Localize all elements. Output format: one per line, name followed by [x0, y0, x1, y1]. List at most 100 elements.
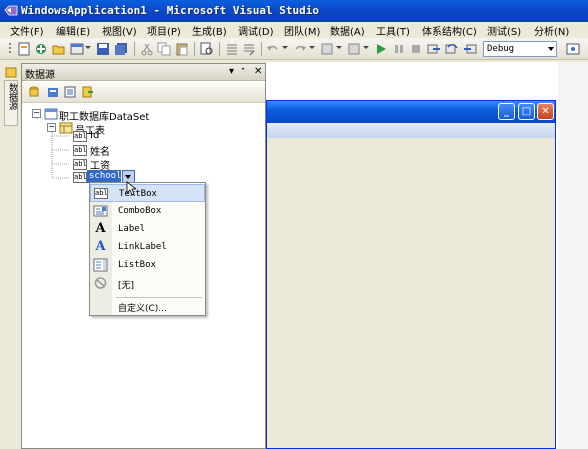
uncomment-icon[interactable]	[242, 42, 256, 56]
menu-analyze[interactable]: 分析(N)	[534, 23, 569, 38]
menu-item-label: Label	[118, 224, 146, 234]
undo-icon[interactable]	[266, 42, 280, 56]
properties-icon[interactable]	[566, 42, 580, 56]
navigate-backward-dropdown-icon[interactable]	[336, 46, 342, 49]
data-sources-tab-icon	[5, 67, 17, 78]
menu-item-label: ListBox	[118, 260, 156, 270]
menu-item-none[interactable]: [无]	[90, 274, 205, 292]
mouse-pointer-icon	[126, 181, 136, 196]
toolbar-separator	[261, 42, 262, 56]
menu-item-customize[interactable]: 自定义(C)...	[90, 297, 205, 315]
title-bar: WindowsApplication1 - Microsoft Visual S…	[0, 0, 588, 22]
menu-file[interactable]: 文件(F)	[10, 23, 44, 38]
menu-build[interactable]: 生成(B)	[192, 23, 227, 38]
panel-menu-button[interactable]: ▾	[229, 66, 234, 78]
form-preview[interactable]: _ □ ✕	[266, 100, 556, 449]
toolbar-separator	[219, 42, 220, 56]
configuration-value: Debug	[487, 44, 515, 54]
listbox-icon	[93, 258, 108, 272]
add-item-icon[interactable]	[34, 42, 48, 56]
form-title-bar: _ □ ✕	[267, 101, 555, 123]
dataset-label[interactable]: 职工数据库DataSet	[59, 108, 149, 123]
refresh-icon[interactable]	[82, 86, 94, 98]
chevron-down-icon	[548, 47, 554, 51]
combobox-icon	[93, 205, 108, 217]
menu-item-listbox[interactable]: ListBox	[90, 256, 205, 274]
label-icon: A	[95, 221, 106, 236]
open-file-icon[interactable]	[52, 42, 66, 56]
toolbar-grip-icon	[9, 43, 11, 53]
step-out-icon[interactable]	[463, 42, 477, 56]
solution-icon[interactable]	[70, 42, 84, 56]
data-sources-header: 数据源 ▾ ᐩ ✕	[22, 64, 265, 81]
find-icon[interactable]	[200, 42, 214, 56]
collapse-table-icon[interactable]: −	[47, 123, 56, 132]
step-over-icon[interactable]	[445, 42, 459, 56]
visual-studio-icon	[4, 5, 18, 16]
linklabel-icon: A	[95, 239, 106, 254]
menu-item-combobox[interactable]: ComboBox	[90, 202, 205, 220]
menu-project[interactable]: 项目(P)	[147, 23, 181, 38]
redo-icon[interactable]	[293, 42, 307, 56]
pin-icon[interactable]: ᐩ	[241, 66, 245, 78]
window-title: WindowsApplication1 - Microsoft Visual S…	[21, 4, 320, 17]
save-all-icon[interactable]	[114, 42, 128, 56]
menu-test[interactable]: 测试(S)	[487, 23, 521, 38]
menu-item-label: LinkLabel	[118, 242, 167, 252]
copy-icon[interactable]	[157, 42, 171, 56]
data-sources-tab-label: 数据源	[7, 83, 17, 110]
menu-edit[interactable]: 编辑(E)	[56, 23, 90, 38]
menu-data[interactable]: 数据(A)	[330, 23, 365, 38]
start-debugging-icon[interactable]	[374, 42, 388, 56]
field-name[interactable]: 姓名	[90, 143, 110, 158]
break-all-icon[interactable]	[392, 42, 406, 56]
navigate-backward-icon[interactable]	[320, 42, 334, 56]
form-maximize-button[interactable]: □	[518, 103, 535, 120]
toolbar-separator	[194, 42, 195, 56]
data-sources-toolbar	[22, 82, 265, 103]
field-id[interactable]: Id	[90, 130, 99, 141]
cut-icon[interactable]	[140, 42, 154, 56]
form-close-button[interactable]: ✕	[537, 103, 554, 120]
control-type-menu: abl TextBox ComboBox A Label A LinkLabel…	[89, 182, 206, 316]
menu-item-label-control[interactable]: A Label	[90, 220, 205, 238]
textbox-field-icon: abl	[73, 145, 87, 156]
solution-dropdown-icon[interactable]	[85, 46, 91, 49]
edit-dataset-designer-icon[interactable]	[47, 86, 59, 98]
close-panel-button[interactable]: ✕	[254, 66, 262, 78]
menu-item-label: ComboBox	[118, 206, 162, 216]
comment-icon[interactable]	[225, 42, 239, 56]
data-sources-title: 数据源	[25, 70, 55, 81]
chevron-down-icon	[125, 175, 131, 179]
data-sources-tab[interactable]: 数据源	[4, 80, 18, 126]
configure-dataset-icon[interactable]	[64, 86, 76, 98]
form-menu-strip	[267, 123, 555, 138]
menu-architecture[interactable]: 体系结构(C)	[422, 23, 477, 38]
paste-icon[interactable]	[175, 42, 189, 56]
menu-bar: 文件(F) 编辑(E) 视图(V) 项目(P) 生成(B) 调试(D) 团队(M…	[0, 22, 588, 38]
navigate-forward-icon[interactable]	[347, 42, 361, 56]
save-icon[interactable]	[96, 42, 110, 56]
textbox-field-icon: abl	[73, 131, 87, 142]
add-data-source-icon[interactable]	[28, 86, 40, 98]
none-icon	[94, 277, 107, 289]
undo-dropdown-icon[interactable]	[282, 46, 288, 49]
menu-tools[interactable]: 工具(T)	[376, 23, 410, 38]
solution-configuration-select[interactable]: Debug	[483, 41, 557, 57]
menu-debug[interactable]: 调试(D)	[238, 23, 274, 38]
form-minimize-button[interactable]: _	[498, 103, 515, 120]
stop-debugging-icon[interactable]	[409, 42, 423, 56]
step-into-icon[interactable]	[427, 42, 441, 56]
menu-item-textbox[interactable]: abl TextBox	[90, 184, 205, 202]
redo-dropdown-icon[interactable]	[309, 46, 315, 49]
menu-view[interactable]: 视图(V)	[102, 23, 137, 38]
new-project-icon[interactable]	[17, 42, 31, 56]
textbox-icon: abl	[94, 188, 108, 199]
collapse-dataset-icon[interactable]: −	[32, 109, 41, 118]
dataset-icon	[44, 108, 58, 120]
textbox-field-icon: abl	[73, 159, 87, 170]
navigate-forward-dropdown-icon[interactable]	[363, 46, 369, 49]
designer-margin	[558, 62, 588, 449]
menu-item-linklabel[interactable]: A LinkLabel	[90, 238, 205, 256]
menu-team[interactable]: 团队(M)	[284, 23, 320, 38]
